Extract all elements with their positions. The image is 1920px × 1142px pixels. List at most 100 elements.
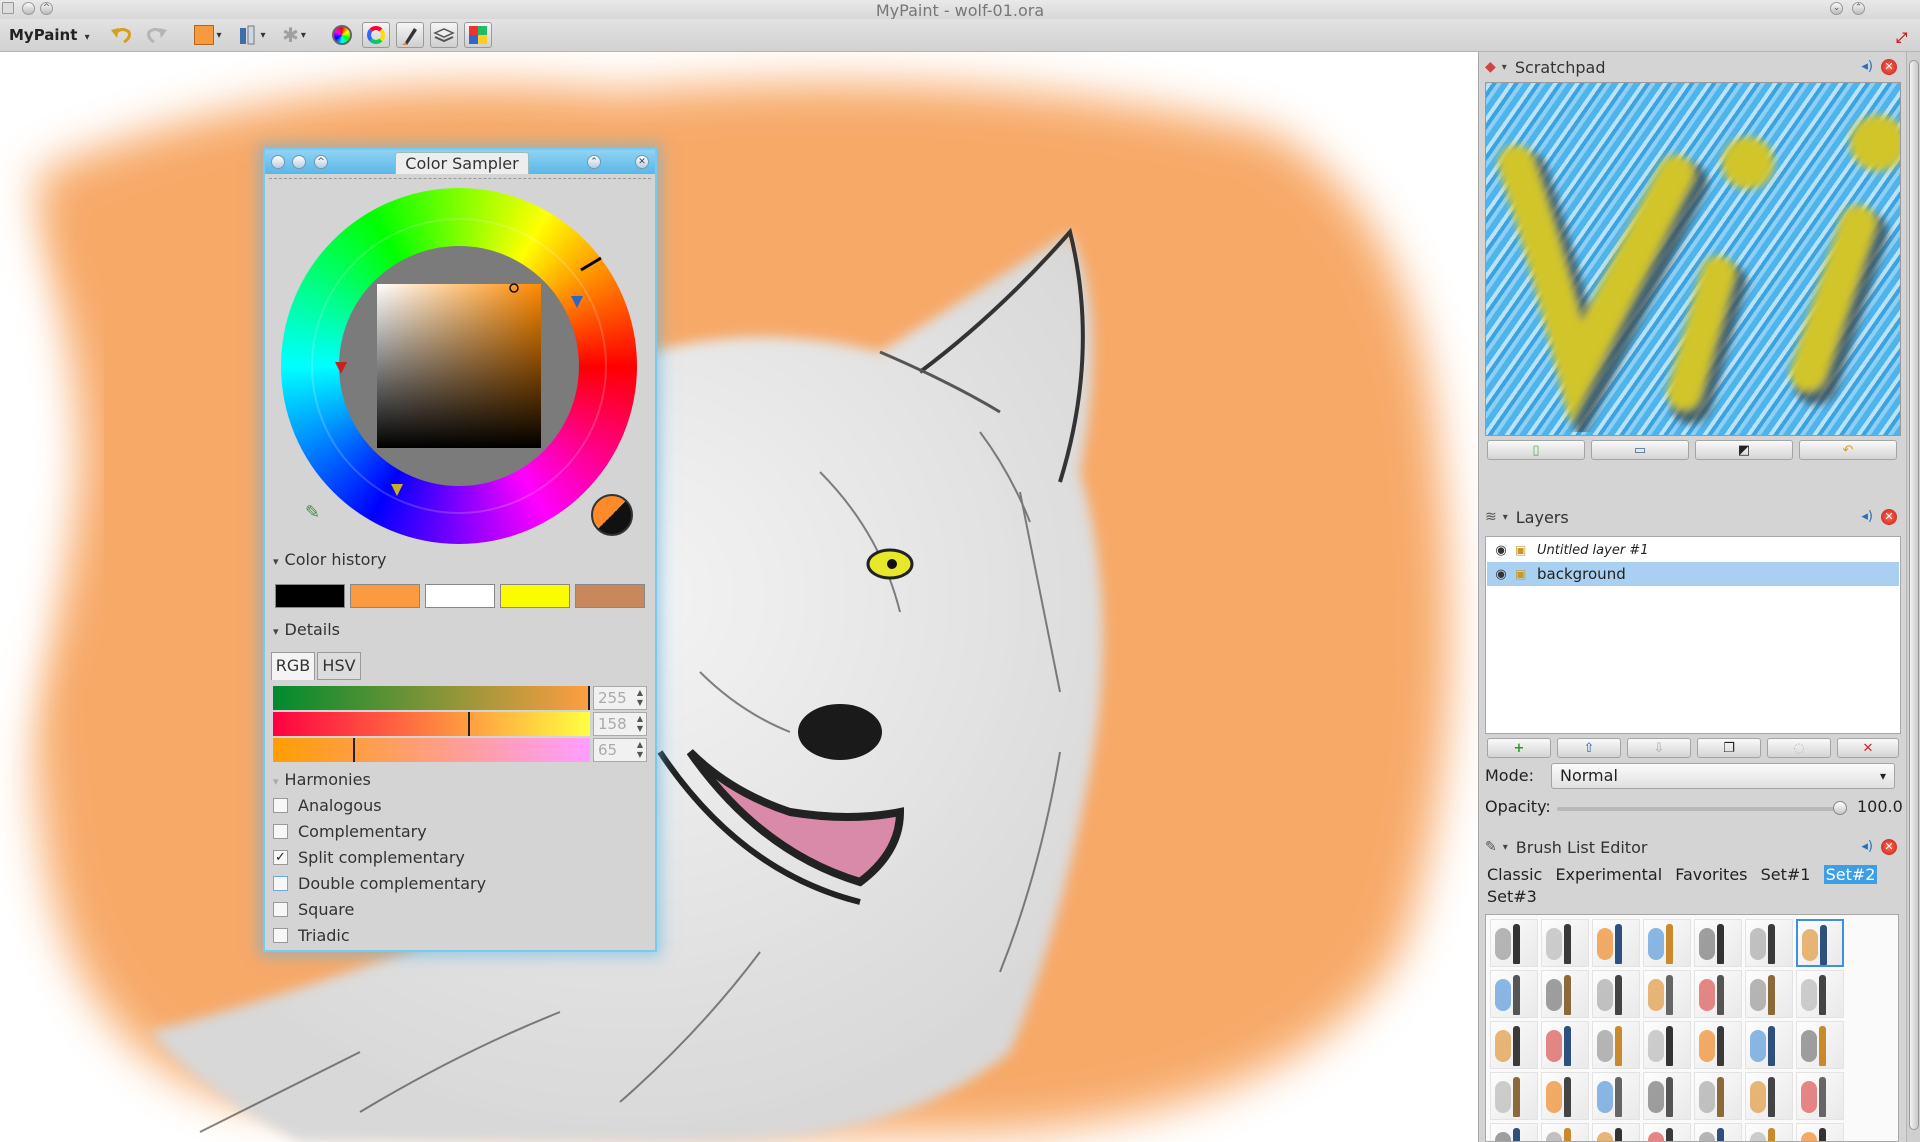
- brush-preset[interactable]: [1541, 1072, 1589, 1120]
- brush-preset[interactable]: [1694, 1123, 1742, 1141]
- sampler-menu-button[interactable]: [271, 155, 285, 169]
- close-icon[interactable]: ✕: [1881, 509, 1897, 525]
- slider-knob[interactable]: [588, 686, 590, 710]
- brush-preset[interactable]: [1643, 1123, 1691, 1141]
- close-icon[interactable]: ✕: [1881, 839, 1897, 855]
- harmony-complementary[interactable]: Complementary: [273, 820, 427, 842]
- move-layer-down-button[interactable]: ⇩: [1627, 738, 1691, 758]
- eyedropper-button[interactable]: ✎: [305, 502, 320, 523]
- harmonies-header[interactable]: ▾ Harmonies: [273, 770, 371, 789]
- green-channel-slider[interactable]: [273, 712, 590, 736]
- sampler-sticky-button[interactable]: [292, 155, 306, 169]
- brush-preset[interactable]: [1643, 970, 1691, 1018]
- brush-preset[interactable]: [1643, 1021, 1691, 1069]
- brush-group-set2[interactable]: Set#2: [1823, 865, 1878, 884]
- harmony-split-complementary[interactable]: ✓ Split complementary: [273, 846, 465, 868]
- checkbox[interactable]: [273, 823, 288, 839]
- brush-preset[interactable]: [1592, 1072, 1640, 1120]
- green-channel-spinbox[interactable]: 158 ▲ ▼: [593, 712, 647, 736]
- color-history-header[interactable]: ▾ Color history: [273, 550, 386, 569]
- lock-icon[interactable]: ▣: [1515, 567, 1529, 581]
- history-swatch[interactable]: [575, 584, 645, 608]
- slider-knob[interactable]: [1833, 801, 1847, 815]
- scratchpad-revert-button[interactable]: ↶: [1799, 440, 1897, 460]
- brush-group-experimental[interactable]: Experimental: [1555, 865, 1662, 884]
- minimize-button[interactable]: ⌄: [1830, 2, 1843, 15]
- brush-preset[interactable]: [1694, 1072, 1742, 1120]
- redo-button[interactable]: [142, 22, 172, 48]
- color-sampler-titlebar[interactable]: ^ Color Sampler ⌃ ✕: [265, 150, 655, 174]
- brush-preset[interactable]: [1541, 970, 1589, 1018]
- brush-preset[interactable]: [1796, 1123, 1844, 1141]
- blend-mode-select[interactable]: Normal ▾: [1551, 763, 1895, 789]
- red-channel-spinbox[interactable]: 255 ▲ ▼: [593, 686, 647, 710]
- brush-group-favorites[interactable]: Favorites: [1675, 865, 1747, 884]
- checkbox[interactable]: [273, 797, 288, 813]
- delete-layer-button[interactable]: ✕: [1837, 738, 1899, 758]
- checkbox[interactable]: [273, 927, 288, 943]
- sampler-close-button[interactable]: ✕: [635, 155, 649, 169]
- sampler-shade-button[interactable]: ^: [314, 155, 328, 169]
- tab-rgb[interactable]: RGB: [271, 652, 315, 680]
- blue-channel-slider[interactable]: [273, 738, 590, 762]
- brush-preset[interactable]: [1796, 919, 1844, 967]
- color-changer-button[interactable]: [328, 22, 356, 48]
- checkbox[interactable]: ✓: [273, 849, 288, 865]
- hue-wheel[interactable]: [281, 188, 641, 548]
- app-menu-button[interactable]: MyPaint ▾: [9, 26, 90, 44]
- history-swatch[interactable]: [275, 584, 345, 608]
- scratchpad-header[interactable]: ◆ ▾ Scratchpad ◂) ✕: [1485, 54, 1901, 80]
- brush-preset[interactable]: [1796, 1021, 1844, 1069]
- brush-group-set3[interactable]: Set#3: [1487, 887, 1537, 906]
- scratchpad-canvas[interactable]: [1485, 82, 1901, 436]
- details-header[interactable]: ▾ Details: [273, 620, 340, 639]
- dock-scrollbar[interactable]: [1906, 52, 1920, 1142]
- brush-preset[interactable]: [1592, 1123, 1640, 1141]
- history-swatch[interactable]: [425, 584, 495, 608]
- brush-group-set1[interactable]: Set#1: [1761, 865, 1811, 884]
- brush-preset[interactable]: [1541, 919, 1589, 967]
- brush-preset[interactable]: [1745, 1123, 1793, 1141]
- checkbox[interactable]: [273, 875, 288, 891]
- close-icon[interactable]: ✕: [1881, 59, 1897, 75]
- brush-preset[interactable]: [1592, 919, 1640, 967]
- brush-preset[interactable]: [1745, 1021, 1793, 1069]
- color-sampler-button[interactable]: [362, 22, 390, 48]
- scratchpad-button[interactable]: [464, 22, 492, 48]
- harmony-double-complementary[interactable]: Double complementary: [273, 872, 486, 894]
- opacity-slider[interactable]: [1557, 801, 1847, 815]
- pin-icon[interactable]: ◂): [1861, 509, 1873, 524]
- settings-dropdown-button[interactable]: ✱ ▾: [276, 22, 312, 48]
- brush-preset[interactable]: [1745, 1072, 1793, 1120]
- brush-preset[interactable]: [1592, 970, 1640, 1018]
- history-swatch[interactable]: [350, 584, 420, 608]
- scratchpad-load-button[interactable]: ▭: [1591, 440, 1689, 460]
- undo-button[interactable]: [106, 22, 136, 48]
- scratchpad-save-button[interactable]: ◩: [1695, 440, 1793, 460]
- brush-preset[interactable]: [1796, 1072, 1844, 1120]
- layer-row[interactable]: ◉ ▣ Untitled layer #1: [1487, 538, 1899, 562]
- slider-knob[interactable]: [353, 738, 355, 762]
- sampler-maximize-button[interactable]: ⌃: [587, 155, 601, 169]
- maximize-button[interactable]: ⌃: [1852, 2, 1865, 15]
- red-channel-slider[interactable]: [273, 686, 590, 710]
- scrollbar-thumb[interactable]: [1909, 60, 1919, 1130]
- pin-icon[interactable]: ◂): [1861, 59, 1873, 74]
- layers-button[interactable]: [430, 22, 458, 48]
- brush-preset[interactable]: [1796, 970, 1844, 1018]
- brush-preset[interactable]: [1592, 1021, 1640, 1069]
- brush-preset[interactable]: [1745, 970, 1793, 1018]
- brush-list-header[interactable]: ✎ ▾ Brush List Editor ◂) ✕: [1485, 834, 1901, 860]
- brush-preset[interactable]: [1490, 1021, 1538, 1069]
- brush-settings-dropdown-button[interactable]: ▾: [234, 22, 270, 48]
- brush-preset[interactable]: [1490, 919, 1538, 967]
- history-swatch[interactable]: [500, 584, 570, 608]
- harmony-analogous[interactable]: Analogous: [273, 794, 382, 816]
- duplicate-layer-button[interactable]: ❐: [1697, 738, 1761, 758]
- brush-group-classic[interactable]: Classic: [1487, 865, 1542, 884]
- eye-icon[interactable]: ◉: [1493, 567, 1509, 582]
- brush-editor-button[interactable]: [396, 22, 424, 48]
- brush-preset[interactable]: [1490, 970, 1538, 1018]
- pin-icon[interactable]: ◂): [1861, 839, 1873, 854]
- eye-icon[interactable]: ◉: [1493, 543, 1509, 558]
